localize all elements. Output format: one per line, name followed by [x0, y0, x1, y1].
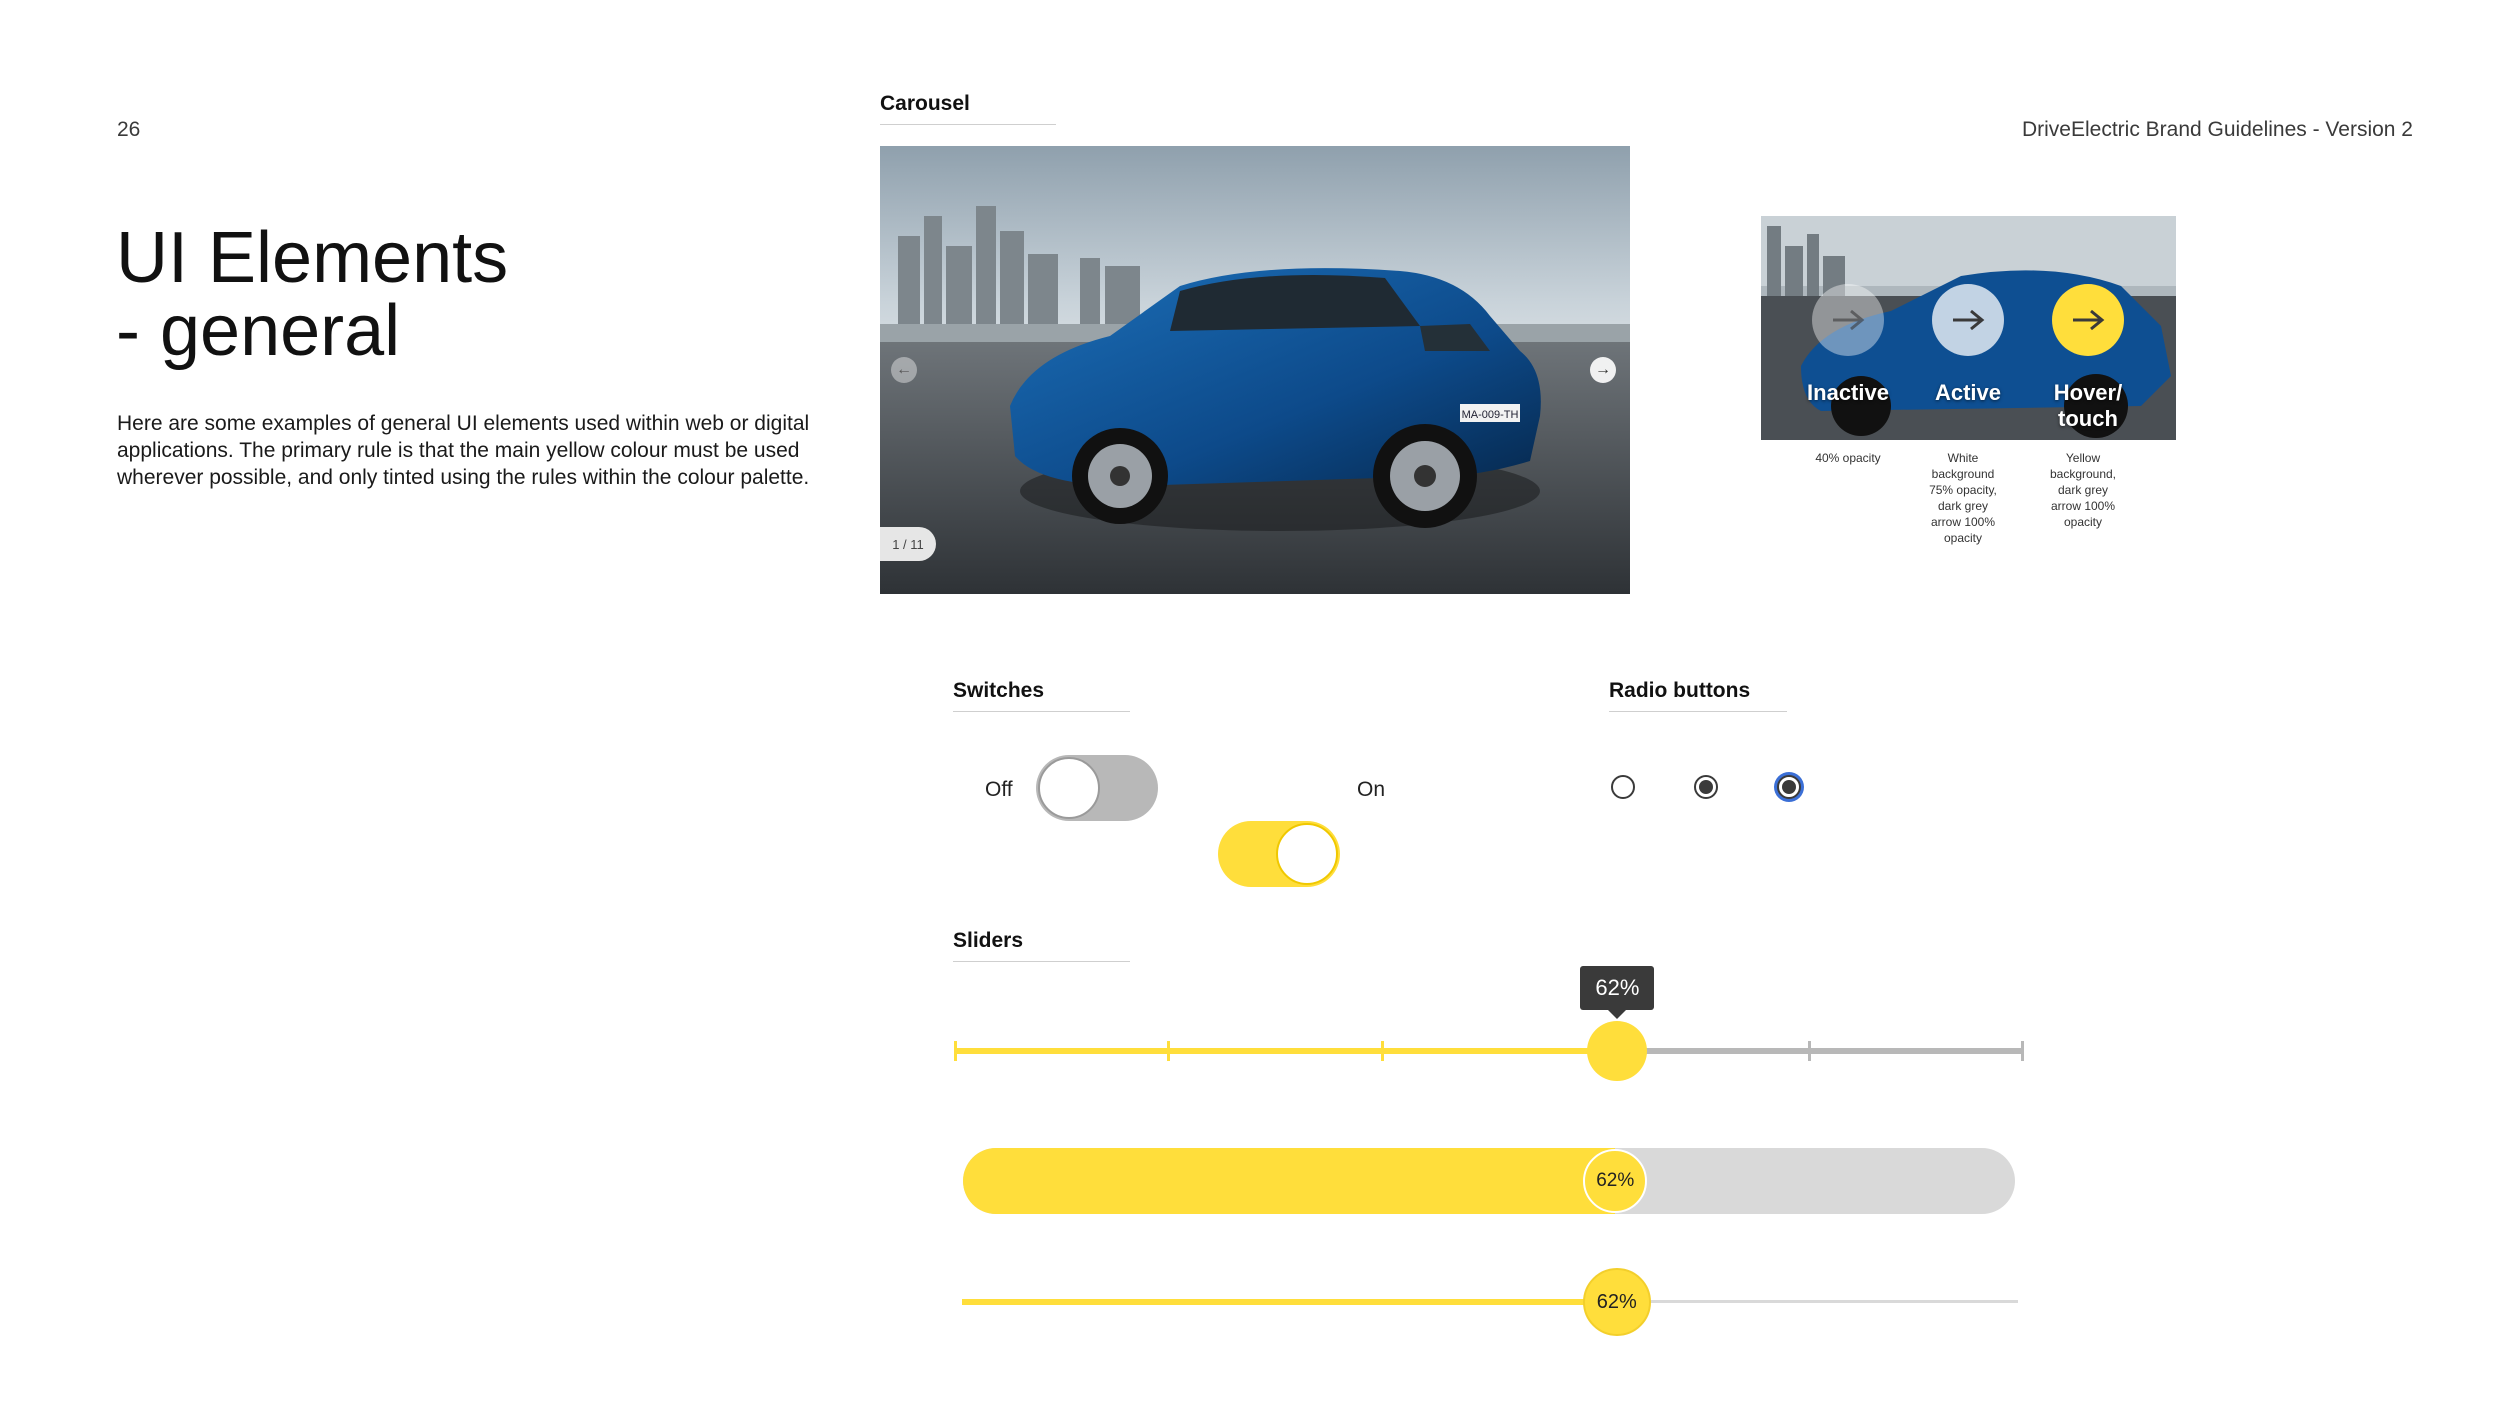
slider-fill: [962, 1299, 1617, 1305]
thin-slider[interactable]: 62%: [962, 1268, 2018, 1336]
switch-off[interactable]: [1036, 755, 1158, 821]
arrow-button-active[interactable]: [1932, 284, 2004, 356]
arrow-left-icon: ←: [896, 361, 912, 378]
state-label-active: Active: [1934, 380, 2002, 405]
state-note-inactive: 40% opacity: [1815, 451, 1881, 465]
arrow-right-icon: [1833, 309, 1865, 331]
carousel-next-button[interactable]: →: [1590, 357, 1616, 383]
radio-unselected[interactable]: [1611, 775, 1635, 799]
carousel-pager: 1 / 11: [880, 527, 936, 561]
switch-on[interactable]: [1218, 821, 1340, 887]
state-note-hover: Yellow background, dark grey arrow 100% …: [2049, 451, 2117, 529]
sliders-section-label: Sliders: [953, 929, 1130, 962]
license-plate: MA-009-TH: [1462, 409, 1519, 421]
slider-thumb-value: 62%: [1596, 1170, 1635, 1191]
slider-thumb[interactable]: 62%: [1582, 1268, 1651, 1336]
radio-dot: [1782, 780, 1796, 794]
slider-fill: [963, 1148, 1616, 1214]
intro-paragraph: Here are some examples of general UI ele…: [117, 412, 810, 489]
switches-section-label: Switches: [953, 679, 1130, 712]
page-number: 26: [117, 118, 141, 141]
car-photo: MA-009-TH: [880, 146, 1630, 594]
arrow-right-icon: [2073, 309, 2105, 331]
slider-thumb[interactable]: 62%: [1583, 1149, 1648, 1213]
state-note-active: White background 75% opacity, dark grey …: [1929, 451, 1997, 545]
slider-tick: [1167, 1041, 1170, 1061]
slider-tick: [954, 1041, 957, 1061]
state-label-hover: Hover/ touch: [2053, 380, 2123, 431]
radios-label: Radio buttons: [1609, 679, 1787, 712]
switches-label: Switches: [953, 679, 1130, 712]
carousel-image[interactable]: MA-009-TH: [880, 146, 1630, 594]
slider-ticks: [954, 1020, 2024, 1080]
radio-dot: [1699, 780, 1713, 794]
switch-on-label: On: [1357, 778, 1386, 801]
slider-tick: [1808, 1041, 1811, 1061]
page-heading: UI Elements - general: [116, 218, 509, 371]
arrow-right-icon: →: [1595, 361, 1611, 378]
arrow-right-icon: [1953, 309, 1985, 331]
carousel-section-label: Carousel: [880, 92, 1056, 125]
arrow-button-hover[interactable]: [2052, 284, 2124, 356]
slider-tooltip: 62%: [1580, 966, 1655, 1019]
sliders-label: Sliders: [953, 929, 1130, 962]
carousel-label: Carousel: [880, 92, 1056, 125]
switch-off-label: Off: [985, 778, 1013, 801]
radios-section-label: Radio buttons: [1609, 679, 1787, 712]
bar-slider[interactable]: 62%: [963, 1148, 2015, 1214]
slider-thumb[interactable]: [1587, 1021, 1648, 1081]
stepped-slider[interactable]: [954, 1020, 2024, 1081]
slider-tick: [1381, 1041, 1384, 1061]
slider-thumb-value: 62%: [1596, 1290, 1637, 1313]
switch-knob: [1276, 823, 1338, 885]
radio-selected-focused[interactable]: [1777, 775, 1801, 799]
radio-selected[interactable]: [1694, 775, 1718, 799]
switch-knob: [1038, 757, 1100, 819]
document-title: DriveElectric Brand Guidelines - Version…: [2021, 118, 2413, 141]
slider-tooltip-value: 62%: [1595, 975, 1640, 1000]
state-label-inactive: Inactive: [1807, 380, 1889, 405]
arrow-button-inactive[interactable]: [1812, 284, 1884, 356]
slider-tick: [2021, 1041, 2024, 1061]
carousel-prev-button[interactable]: ←: [891, 357, 917, 383]
